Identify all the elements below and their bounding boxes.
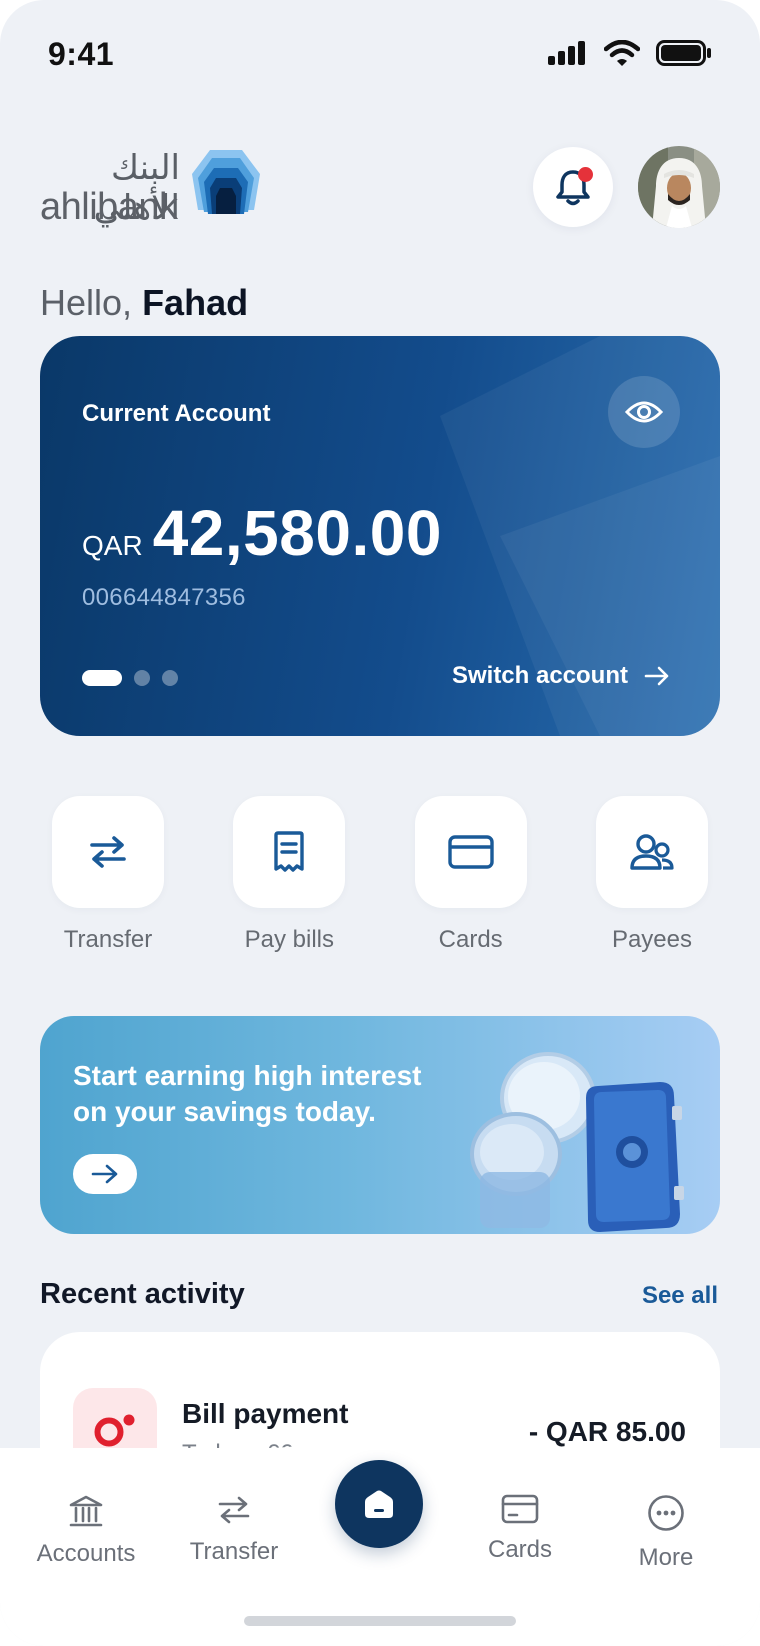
bank-icon xyxy=(69,1495,103,1527)
account-pager xyxy=(82,670,178,686)
bill-receipt-icon xyxy=(274,831,305,872)
status-time: 9:41 xyxy=(48,36,115,72)
recent-activity-title: Recent activity xyxy=(40,1278,245,1310)
quick-action-cards[interactable]: Cards xyxy=(403,796,539,954)
battery-icon xyxy=(656,40,711,66)
greeting: Hello, Fahad xyxy=(40,282,248,324)
quick-action-tile[interactable] xyxy=(52,796,164,908)
transfer-arrows-icon xyxy=(218,1496,250,1524)
more-dots-icon xyxy=(648,1495,684,1531)
account-balance: QAR 42,580.00 xyxy=(82,496,442,570)
nav-cards[interactable]: Cards xyxy=(450,1494,590,1564)
quick-action-tile[interactable] xyxy=(414,796,527,908)
greeting-name: Fahad xyxy=(142,282,249,323)
pager-dot[interactable] xyxy=(162,670,178,686)
arrow-right-icon xyxy=(91,1164,118,1184)
pager-dot[interactable] xyxy=(134,670,150,686)
credit-card-icon xyxy=(447,835,494,869)
promo-go-button[interactable] xyxy=(73,1154,137,1194)
bottom-navigation: Accounts Transfer Cards More xyxy=(0,1408,760,1646)
account-number: 006644847356 xyxy=(82,584,246,611)
account-card[interactable]: Current Account QAR 42,580.00 0066448473… xyxy=(40,336,720,736)
quick-action-tile[interactable] xyxy=(595,796,708,908)
eye-icon xyxy=(625,401,663,423)
nav-transfer[interactable]: Transfer xyxy=(164,1494,304,1566)
profile-avatar[interactable] xyxy=(638,146,720,228)
switch-account-button[interactable]: Switch account xyxy=(452,662,670,690)
quick-actions: Transfer Pay bills Cards Payees xyxy=(40,796,720,954)
nav-label: Cards xyxy=(487,1536,553,1563)
nav-label: More xyxy=(638,1544,694,1571)
quick-action-label: Transfer xyxy=(63,926,153,953)
promo-text: Start earning high interest on your savi… xyxy=(73,1060,422,1127)
quick-action-transfer[interactable]: Transfer xyxy=(40,796,176,954)
quick-action-label: Payees xyxy=(611,926,693,953)
transfer-arrows-icon xyxy=(90,836,126,868)
balance-currency: QAR xyxy=(82,530,143,561)
quick-action-label: Cards xyxy=(438,926,503,953)
logo-english-text: ahlibank xyxy=(40,186,178,228)
quick-action-pay-bills[interactable]: Pay bills xyxy=(221,796,357,954)
balance-amount: 42,580.00 xyxy=(152,497,442,569)
see-all-link[interactable]: See all xyxy=(642,1282,718,1310)
nav-more[interactable]: More xyxy=(596,1494,736,1572)
ahlibank-mark-icon xyxy=(192,150,260,214)
payees-users-icon xyxy=(630,834,674,870)
switch-account-label: Switch account xyxy=(451,662,628,689)
home-indicator xyxy=(244,1616,516,1626)
savings-promo-banner[interactable]: Start earning high interest on your savi… xyxy=(40,1016,720,1234)
nav-label: Accounts xyxy=(36,1540,136,1567)
credit-card-icon xyxy=(501,1494,539,1524)
coins-vault-illustration xyxy=(470,1052,684,1232)
nav-label: Transfer xyxy=(189,1538,279,1565)
account-type: Current Account xyxy=(82,400,271,427)
arrow-right-icon xyxy=(644,666,669,686)
status-icons xyxy=(548,40,712,66)
quick-action-tile[interactable] xyxy=(233,796,346,908)
quick-action-label: Pay bills xyxy=(244,926,335,953)
greeting-prefix: Hello, xyxy=(40,282,133,323)
notification-badge xyxy=(578,167,593,182)
toggle-balance-visibility-button[interactable] xyxy=(608,376,680,448)
nav-accounts[interactable]: Accounts xyxy=(16,1494,156,1568)
app-screen: 9:41 البنك الأهلي ahlibank Hello, Fahad … xyxy=(0,0,760,1646)
quick-action-payees[interactable]: Payees xyxy=(584,796,720,954)
home-icon xyxy=(365,1490,393,1518)
signal-icon xyxy=(548,41,585,65)
pager-dot-active[interactable] xyxy=(82,670,122,686)
nav-home-button[interactable] xyxy=(335,1460,423,1548)
wifi-icon xyxy=(604,40,640,66)
ahlibank-logo: البنك الأهلي ahlibank xyxy=(40,148,270,228)
notifications-button[interactable] xyxy=(533,147,613,227)
user-photo xyxy=(638,146,720,228)
